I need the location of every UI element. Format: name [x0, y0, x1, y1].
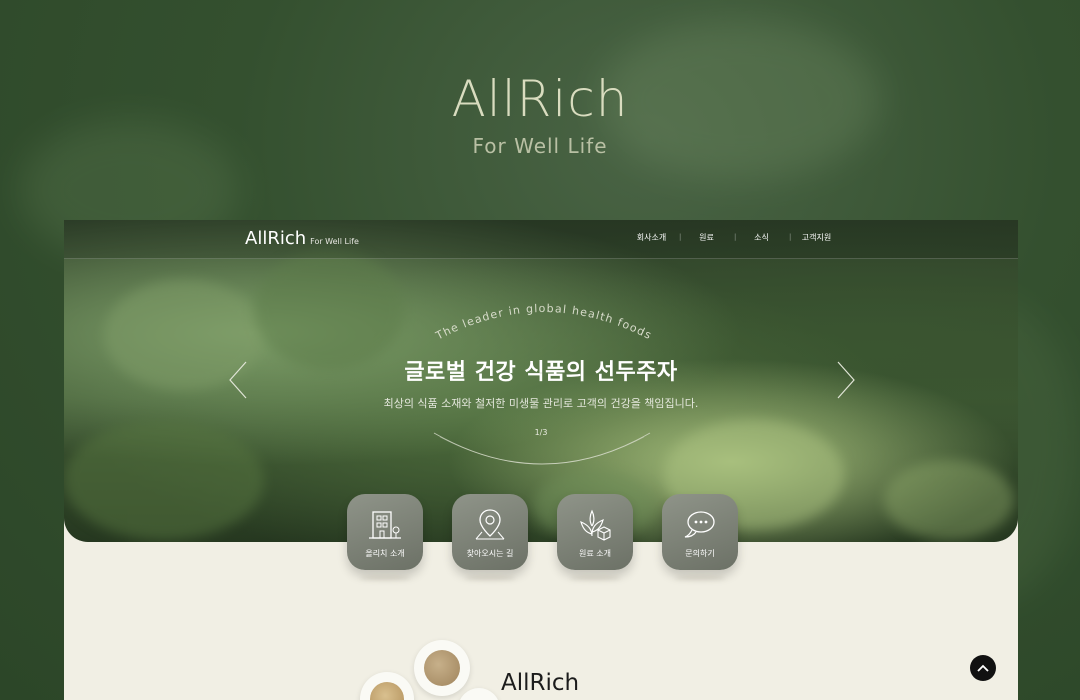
nav-item-news[interactable]: 소식 — [734, 232, 789, 243]
button-shadow — [360, 576, 410, 580]
curved-slogan: The leader in global health foods — [433, 302, 654, 343]
ingredient-grain — [370, 682, 404, 700]
building-icon — [369, 510, 401, 539]
next-slide-arrow-icon[interactable] — [834, 360, 858, 400]
prev-slide-arrow-icon[interactable] — [226, 360, 250, 400]
food-plate-image — [360, 672, 414, 700]
chat-bubble-icon — [684, 510, 715, 538]
leaf-blur — [64, 420, 264, 540]
leaf-blur — [884, 460, 1014, 540]
svg-text:The leader in global health fo: The leader in global health foods — [433, 302, 654, 343]
scroll-to-top-button[interactable] — [970, 655, 996, 681]
decorative-arc — [433, 432, 651, 465]
banner-title: 글로벌 건강 식품의 선두주자 — [404, 360, 678, 385]
nav-item-company[interactable]: 회사소개 — [624, 232, 679, 243]
leaf-blur — [254, 250, 404, 370]
nav-logo[interactable]: AllRich For Well Life — [245, 228, 359, 249]
nav-logo-subtext: For Well Life — [310, 237, 359, 246]
nav-menu: 회사소개 | 원료 | 소식 | 고객지원 — [624, 232, 844, 243]
quick-link-label: 원료 소개 — [579, 548, 611, 558]
hero-brand: AllRich For Well Life — [0, 70, 1080, 158]
main-banner: AllRich For Well Life 회사소개 | 원료 | 소식 | 고객… — [64, 220, 1018, 542]
food-plate-image — [414, 640, 470, 696]
quick-link-about[interactable]: 올리치 소개 — [347, 494, 423, 570]
quick-link-label: 찾아오시는 길 — [466, 548, 514, 558]
nav-logo-text: AllRich — [245, 228, 307, 249]
food-plate-image — [458, 688, 500, 700]
quick-link-contact[interactable]: 문의하기 — [662, 494, 738, 570]
quick-link-label: 올리치 소개 — [365, 548, 405, 558]
hero-logo: AllRich — [451, 70, 629, 128]
button-shadow — [675, 576, 725, 580]
nav-item-ingredients[interactable]: 원료 — [679, 232, 734, 243]
nav-item-support[interactable]: 고객지원 — [789, 232, 844, 243]
hero-tagline: For Well Life — [472, 134, 608, 158]
quick-link-label: 문의하기 — [685, 548, 715, 558]
top-nav: AllRich For Well Life 회사소개 | 원료 | 소식 | 고객… — [64, 220, 1018, 259]
chevron-up-icon — [977, 664, 989, 672]
button-shadow — [570, 576, 620, 580]
quick-link-ingredients[interactable]: 원료 소개 — [557, 494, 633, 570]
button-shadow — [465, 576, 515, 580]
website-preview: AllRich For Well Life 회사소개 | 원료 | 소식 | 고객… — [64, 220, 1018, 700]
about-logo: AllRich — [501, 670, 580, 696]
curved-slogan-text: The leader in global health foods — [433, 302, 653, 343]
banner-subtitle: 최상의 식품 소재와 철저한 미생물 관리로 고객의 건강을 책임집니다. — [383, 397, 699, 410]
ingredient-powder — [424, 650, 460, 686]
map-pin-icon — [475, 508, 505, 539]
plant-box-icon — [580, 509, 611, 541]
quick-link-directions[interactable]: 찾아오시는 길 — [452, 494, 528, 570]
